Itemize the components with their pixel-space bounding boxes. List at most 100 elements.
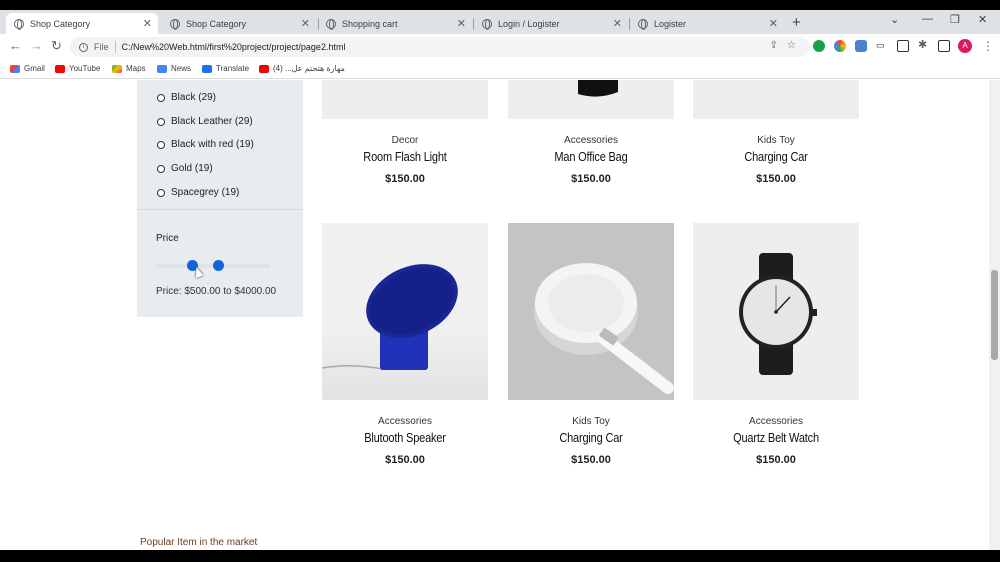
bookmark-label: Gmail bbox=[24, 64, 45, 73]
globe-icon bbox=[482, 18, 492, 30]
bookmark-label: YouTube bbox=[69, 64, 101, 73]
bookmark-maps[interactable]: Maps bbox=[112, 64, 146, 73]
extension-color-icon[interactable] bbox=[834, 40, 846, 52]
browser-window: Shop Category ✕ Shop Category ✕ Shopping… bbox=[0, 10, 1000, 550]
star-icon[interactable]: ☆ bbox=[787, 40, 796, 51]
extension-box-icon[interactable]: ▭ bbox=[876, 40, 888, 52]
color-option-black-with-red[interactable]: Black with red (19) bbox=[157, 139, 254, 150]
product-name[interactable]: Charging Car bbox=[518, 431, 664, 445]
radio-button[interactable] bbox=[157, 93, 165, 102]
address-bar[interactable]: i File C:/New%20Web.html/first%20project… bbox=[70, 37, 810, 57]
globe-icon bbox=[170, 18, 180, 30]
info-icon[interactable]: i bbox=[79, 42, 88, 52]
product-name[interactable]: Blutooth Speaker bbox=[332, 431, 478, 445]
product-category: Accessories bbox=[749, 416, 803, 427]
share-icon[interactable]: ⇪ bbox=[770, 40, 778, 51]
close-icon[interactable]: ✕ bbox=[769, 17, 778, 30]
product-category: Accessories bbox=[564, 135, 618, 146]
close-icon[interactable]: ✕ bbox=[613, 17, 622, 30]
radio-button[interactable] bbox=[157, 117, 165, 126]
reload-icon[interactable]: ↻ bbox=[51, 38, 62, 54]
product-category: Kids Toy bbox=[757, 135, 795, 146]
product-image-charging-car[interactable] bbox=[693, 80, 859, 119]
product-image-charging-pad[interactable] bbox=[508, 223, 674, 400]
tab-login-logister[interactable]: Login / Logister ✕ bbox=[474, 13, 628, 34]
bag-image bbox=[578, 80, 618, 97]
color-option-label: Spacegrey (19) bbox=[171, 187, 240, 198]
price-filter-title: Price bbox=[156, 233, 179, 244]
popular-items-label: Popular Item in the market bbox=[140, 537, 258, 548]
bookmark-label: Maps bbox=[126, 64, 146, 73]
color-option-black-leather[interactable]: Black Leather (29) bbox=[157, 116, 253, 127]
avatar[interactable]: A bbox=[958, 39, 972, 53]
tab-shop-category-2[interactable]: Shop Category ✕ bbox=[162, 13, 316, 34]
color-option-label: Black (29) bbox=[171, 92, 217, 103]
bookmark-label: News bbox=[171, 64, 192, 73]
new-tab-button[interactable]: + bbox=[792, 14, 801, 31]
product-category: Kids Toy bbox=[572, 416, 610, 427]
bookmarks-bar: Gmail YouTube Maps News Translate مهارة … bbox=[0, 60, 1000, 79]
product-category: Decor bbox=[391, 135, 419, 146]
color-option-label: Black with red (19) bbox=[171, 139, 254, 150]
price-slider-max-handle[interactable] bbox=[213, 260, 224, 271]
color-option-gold[interactable]: Gold (19) bbox=[157, 163, 213, 174]
forward-icon[interactable]: → bbox=[30, 38, 43, 53]
grammarly-icon[interactable] bbox=[813, 40, 825, 52]
gmail-icon bbox=[10, 64, 20, 73]
product-name[interactable]: Charging Car bbox=[703, 150, 849, 164]
tab-title: Login / Logister bbox=[498, 18, 560, 29]
radio-button[interactable] bbox=[157, 188, 165, 197]
news-icon bbox=[157, 64, 167, 73]
product-image-bluetooth-speaker[interactable] bbox=[322, 223, 488, 400]
bookmark-translate[interactable]: Translate bbox=[202, 64, 249, 73]
radio-button[interactable] bbox=[157, 164, 165, 173]
product-category: Accessories bbox=[378, 416, 432, 427]
bookmark-label: مهارة هتحتم عل... (4) bbox=[273, 64, 345, 73]
sidebar-divider bbox=[137, 209, 303, 210]
scrollbar-thumb[interactable] bbox=[991, 270, 998, 360]
tab-search-icon[interactable]: ⌄ bbox=[890, 13, 899, 26]
minimize-icon[interactable]: — bbox=[922, 13, 933, 25]
url-scheme: File bbox=[94, 42, 109, 52]
color-option-label: Gold (19) bbox=[171, 163, 213, 174]
close-window-icon[interactable]: ✕ bbox=[978, 13, 987, 26]
product-image-man-office-bag[interactable] bbox=[508, 80, 674, 119]
puzzle-icon[interactable]: ✱ bbox=[918, 38, 930, 51]
watch-image bbox=[739, 253, 817, 375]
product-name[interactable]: Room Flash Light bbox=[332, 150, 478, 164]
product-image-room-flash-light[interactable] bbox=[322, 80, 488, 119]
restore-icon[interactable]: ❐ bbox=[950, 13, 960, 26]
tab-logister[interactable]: Logister ✕ bbox=[630, 13, 784, 34]
radio-button[interactable] bbox=[157, 140, 165, 149]
close-icon[interactable]: ✕ bbox=[143, 17, 152, 30]
product-name[interactable]: Man Office Bag bbox=[518, 150, 664, 164]
extension-window-icon[interactable] bbox=[897, 40, 909, 52]
back-icon[interactable]: ← bbox=[9, 38, 22, 53]
tab-title: Shop Category bbox=[30, 18, 91, 29]
product-price: $150.00 bbox=[756, 173, 796, 185]
tab-title: Shop Category bbox=[186, 18, 247, 29]
color-option-black[interactable]: Black (29) bbox=[157, 92, 216, 103]
more-menu-icon[interactable]: ⋮ bbox=[982, 39, 994, 53]
price-range-text: Price: $500.00 to $4000.00 bbox=[156, 286, 277, 297]
bookmark-arabic-video[interactable]: مهارة هتحتم عل... (4) bbox=[259, 64, 345, 73]
page-scrollbar[interactable] bbox=[989, 80, 1000, 550]
close-icon[interactable]: ✕ bbox=[301, 17, 310, 30]
extension-shield-icon[interactable] bbox=[855, 40, 867, 52]
side-panel-icon[interactable] bbox=[938, 40, 950, 52]
tab-shopping-cart[interactable]: Shopping cart ✕ bbox=[318, 13, 472, 34]
product-image-quartz-watch[interactable] bbox=[693, 223, 859, 400]
product-price: $150.00 bbox=[385, 454, 425, 466]
bookmark-gmail[interactable]: Gmail bbox=[10, 64, 45, 73]
tab-shop-category-1[interactable]: Shop Category ✕ bbox=[6, 13, 158, 34]
bookmark-youtube[interactable]: YouTube bbox=[55, 64, 100, 73]
color-option-spacegrey[interactable]: Spacegrey (19) bbox=[157, 187, 239, 198]
product-name[interactable]: Quartz Belt Watch bbox=[703, 431, 849, 445]
bookmark-news[interactable]: News bbox=[157, 64, 191, 73]
globe-icon bbox=[14, 18, 24, 30]
close-icon[interactable]: ✕ bbox=[457, 17, 466, 30]
globe-icon bbox=[638, 18, 648, 30]
tab-title: Shopping cart bbox=[342, 18, 398, 29]
bookmark-label: Translate bbox=[216, 64, 250, 73]
url-separator bbox=[114, 41, 116, 53]
